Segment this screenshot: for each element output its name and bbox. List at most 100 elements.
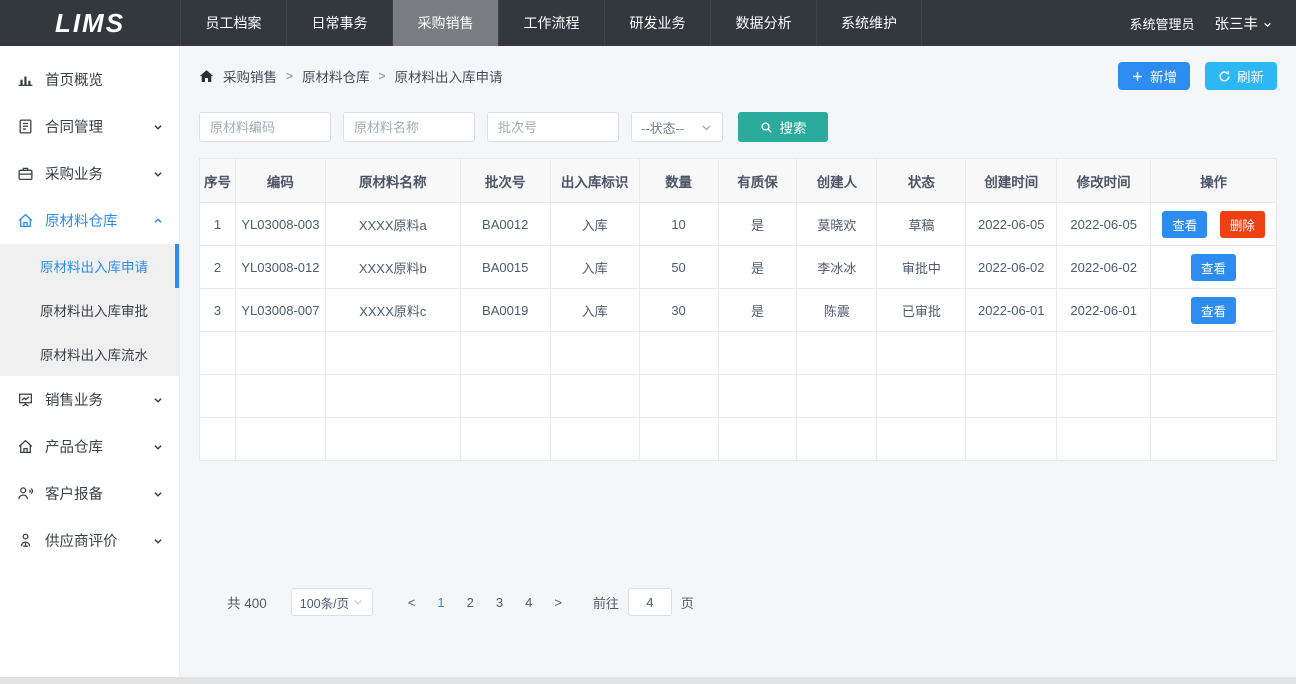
nav-tabs: 员工档案 日常事务 采购销售 工作流程 研发业务 数据分析 系统维护 <box>180 0 922 46</box>
nav-tab-purchase-sales[interactable]: 采购销售 <box>392 0 498 46</box>
next-page-button[interactable]: > <box>554 595 562 610</box>
refresh-icon <box>1218 70 1231 83</box>
cell-actions: 查看 <box>1151 246 1277 289</box>
sidebar-item-contract-management[interactable]: 合同管理 <box>0 103 179 150</box>
cell-warranty: 是 <box>718 203 797 246</box>
add-button[interactable]: 新增 <box>1118 62 1190 90</box>
search-button-label: 搜索 <box>780 117 807 137</box>
sidebar-item-label: 合同管理 <box>45 116 151 137</box>
batch-number-input[interactable] <box>487 112 619 142</box>
refresh-button[interactable]: 刷新 <box>1205 62 1277 90</box>
data-table: 序号 编码 原材料名称 批次号 出入库标识 数量 有质保 创建人 状态 创建时间… <box>199 158 1277 461</box>
page-number-3[interactable]: 3 <box>496 595 503 610</box>
sidebar-item-label: 销售业务 <box>45 389 151 410</box>
chevron-down-icon <box>151 440 165 454</box>
search-icon <box>760 121 773 134</box>
sidebar-item-customer-report[interactable]: 客户报备 <box>0 470 179 517</box>
warehouse-icon <box>17 212 34 229</box>
cell-qty: 50 <box>639 246 718 289</box>
presentation-icon <box>17 391 34 408</box>
warehouse-icon <box>17 438 34 455</box>
cell-status: 审批中 <box>877 246 966 289</box>
raw-material-submenu: 原材料出入库申请 原材料出入库审批 原材料出入库流水 <box>0 244 179 376</box>
nav-tab-system-maintenance[interactable]: 系统维护 <box>816 0 922 46</box>
sidebar-item-label: 产品仓库 <box>45 436 151 457</box>
sidebar-item-label: 客户报备 <box>45 483 151 504</box>
sidebar-subitem-label: 原材料出入库申请 <box>40 256 148 276</box>
search-button[interactable]: 搜索 <box>738 112 828 142</box>
page-size-select[interactable]: 100条/页 <box>291 588 373 616</box>
delete-button[interactable]: 删除 <box>1220 211 1265 238</box>
cell-index: 3 <box>200 289 236 332</box>
col-header-warranty: 有质保 <box>718 159 797 203</box>
sidebar-item-label: 原材料仓库 <box>45 210 151 231</box>
material-name-input[interactable] <box>343 112 475 142</box>
sidebar-subitem-inout-flow[interactable]: 原材料出入库流水 <box>0 332 179 376</box>
nav-tab-employee-files[interactable]: 员工档案 <box>180 0 286 46</box>
view-button[interactable]: 查看 <box>1191 297 1236 324</box>
cell-flag: 入库 <box>550 203 639 246</box>
cell-flag: 入库 <box>550 246 639 289</box>
pagination: 共 400 100条/页 < 1 2 3 4 > 前往 页 <box>199 588 1277 616</box>
cell-creator: 陈震 <box>797 289 877 332</box>
sidebar-item-raw-material-warehouse[interactable]: 原材料仓库 <box>0 197 179 244</box>
bar-chart-icon <box>17 71 34 88</box>
breadcrumb-item[interactable]: 原材料仓库 <box>302 66 370 86</box>
user-name: 张三丰 <box>1215 13 1259 34</box>
sidebar-item-product-warehouse[interactable]: 产品仓库 <box>0 423 179 470</box>
sidebar-subitem-inout-apply[interactable]: 原材料出入库申请 <box>0 244 179 288</box>
cell-flag: 入库 <box>550 289 639 332</box>
sidebar-subitem-inout-approve[interactable]: 原材料出入库审批 <box>0 288 179 332</box>
goto-unit: 页 <box>681 593 694 612</box>
breadcrumb: 采购销售 > 原材料仓库 > 原材料出入库申请 <box>199 66 503 86</box>
cell-code: YL03008-007 <box>235 289 325 332</box>
chevron-down-icon <box>700 121 713 134</box>
filter-bar: --状态-- 搜索 <box>199 112 1277 142</box>
view-button[interactable]: 查看 <box>1191 254 1236 281</box>
col-header-actions: 操作 <box>1151 159 1277 203</box>
goto-page-input[interactable] <box>628 588 672 616</box>
sidebar-item-home-overview[interactable]: 首页概览 <box>0 56 179 103</box>
nav-tab-data-analysis[interactable]: 数据分析 <box>710 0 816 46</box>
cell-name: XXXX原料b <box>325 246 460 289</box>
nav-tab-rnd-business[interactable]: 研发业务 <box>604 0 710 46</box>
cell-warranty: 是 <box>718 246 797 289</box>
page-number-2[interactable]: 2 <box>467 595 474 610</box>
chevron-down-icon <box>352 596 364 608</box>
chevron-down-icon <box>151 393 165 407</box>
status-select[interactable]: --状态-- <box>631 112 723 142</box>
breadcrumb-item[interactable]: 原材料出入库申请 <box>395 66 503 86</box>
col-header-qty: 数量 <box>639 159 718 203</box>
sidebar-item-supplier-evaluation[interactable]: 供应商评价 <box>0 517 179 564</box>
col-header-code: 编码 <box>235 159 325 203</box>
cell-name: XXXX原料a <box>325 203 460 246</box>
goto-label: 前往 <box>593 593 619 612</box>
page-number-1[interactable]: 1 <box>437 595 444 610</box>
table-header-row: 序号 编码 原材料名称 批次号 出入库标识 数量 有质保 创建人 状态 创建时间… <box>200 159 1277 203</box>
page-number-4[interactable]: 4 <box>525 595 532 610</box>
material-code-input[interactable] <box>199 112 331 142</box>
user-menu[interactable]: 张三丰 <box>1215 13 1275 34</box>
cell-created: 2022-06-05 <box>966 203 1057 246</box>
chevron-up-icon <box>151 214 165 228</box>
col-header-index: 序号 <box>200 159 236 203</box>
briefcase-icon <box>17 165 34 182</box>
sidebar-item-sales-business[interactable]: 销售业务 <box>0 376 179 423</box>
nav-tab-workflow[interactable]: 工作流程 <box>498 0 604 46</box>
col-header-status: 状态 <box>877 159 966 203</box>
user-area: 系统管理员 张三丰 <box>1129 0 1296 46</box>
plus-icon <box>1131 70 1144 83</box>
view-button[interactable]: 查看 <box>1162 211 1207 238</box>
prev-page-button[interactable]: < <box>408 595 416 610</box>
breadcrumb-item[interactable]: 采购销售 <box>223 66 277 86</box>
table-row: 1 YL03008-003 XXXX原料a BA0012 入库 10 是 莫晓欢… <box>200 203 1277 246</box>
sidebar-item-purchase-business[interactable]: 采购业务 <box>0 150 179 197</box>
cell-warranty: 是 <box>718 289 797 332</box>
sidebar-item-label: 首页概览 <box>45 69 165 90</box>
cell-creator: 李冰冰 <box>797 246 877 289</box>
col-header-flag: 出入库标识 <box>550 159 639 203</box>
cell-qty: 30 <box>639 289 718 332</box>
cell-batch: BA0019 <box>460 289 550 332</box>
cell-creator: 莫晓欢 <box>797 203 877 246</box>
nav-tab-daily-affairs[interactable]: 日常事务 <box>286 0 392 46</box>
